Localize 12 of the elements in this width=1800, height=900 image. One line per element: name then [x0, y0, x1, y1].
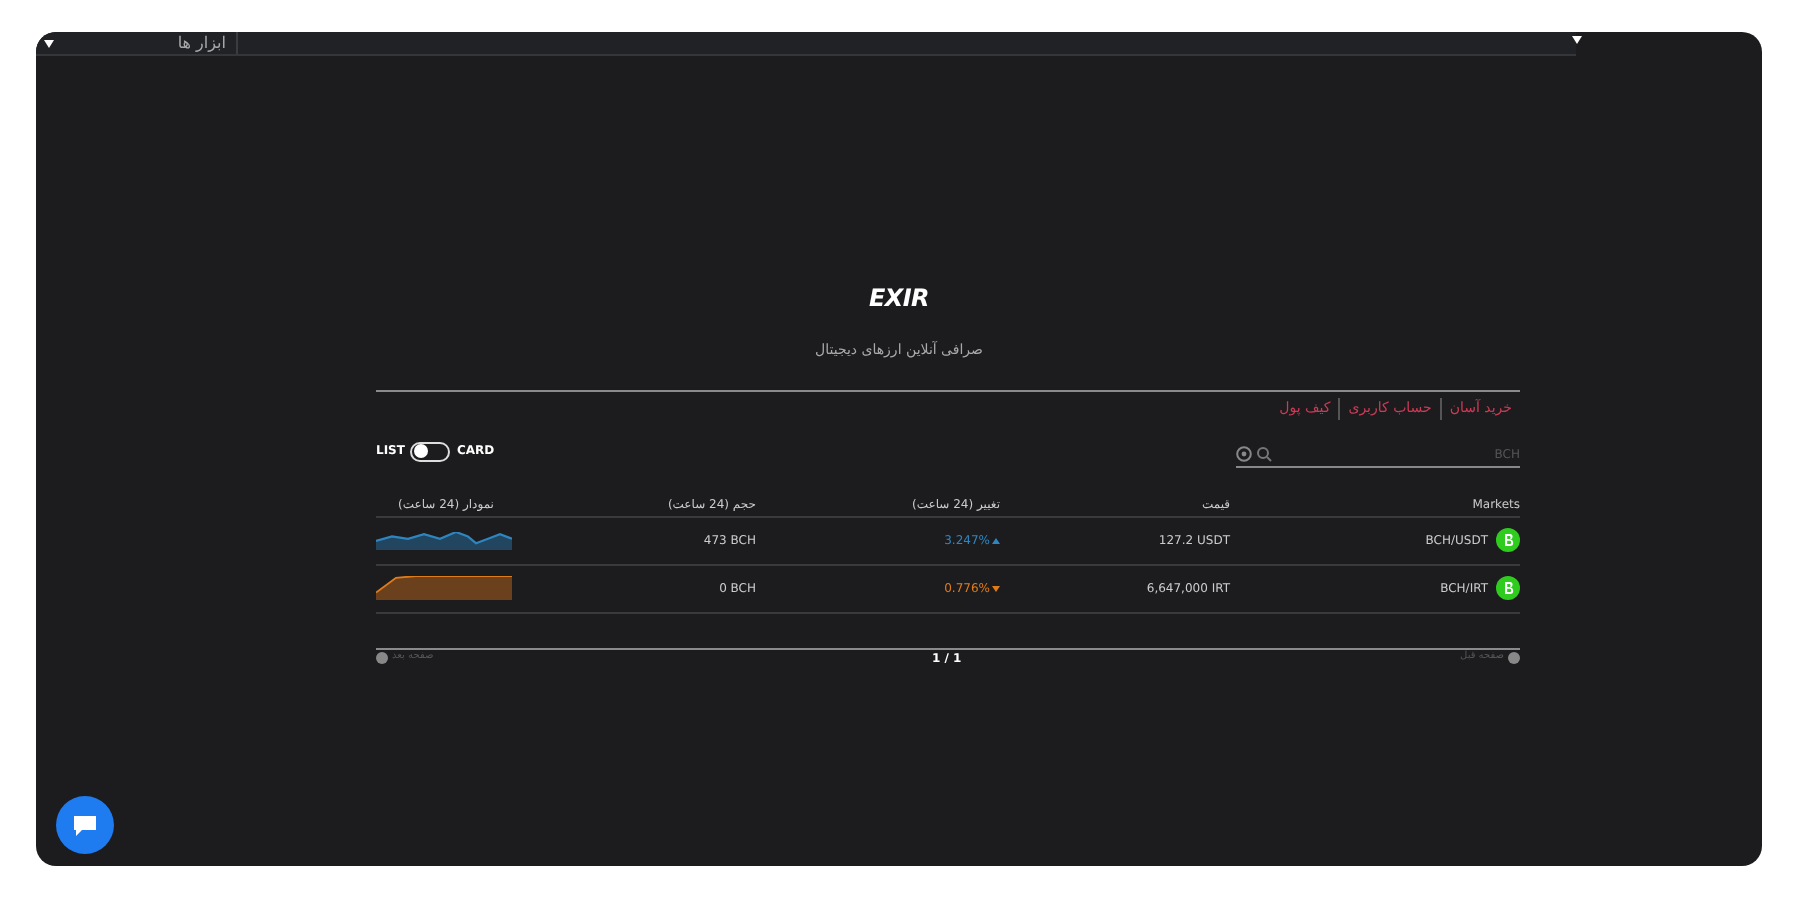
- tools-menu[interactable]: ابزار ها: [177, 35, 226, 51]
- chat-icon: [72, 813, 98, 837]
- view-switch[interactable]: [410, 441, 451, 461]
- caret-icon[interactable]: [1572, 36, 1582, 44]
- logo: EXIR: [869, 282, 929, 316]
- coin-icon: [1496, 528, 1520, 552]
- sparkline-chart: [376, 531, 512, 549]
- sparkline-chart: [376, 576, 512, 600]
- search-icon: [1256, 446, 1272, 462]
- coin-icon: [1496, 576, 1520, 600]
- caret-icon[interactable]: [44, 39, 54, 47]
- clear-icon[interactable]: [1236, 446, 1252, 462]
